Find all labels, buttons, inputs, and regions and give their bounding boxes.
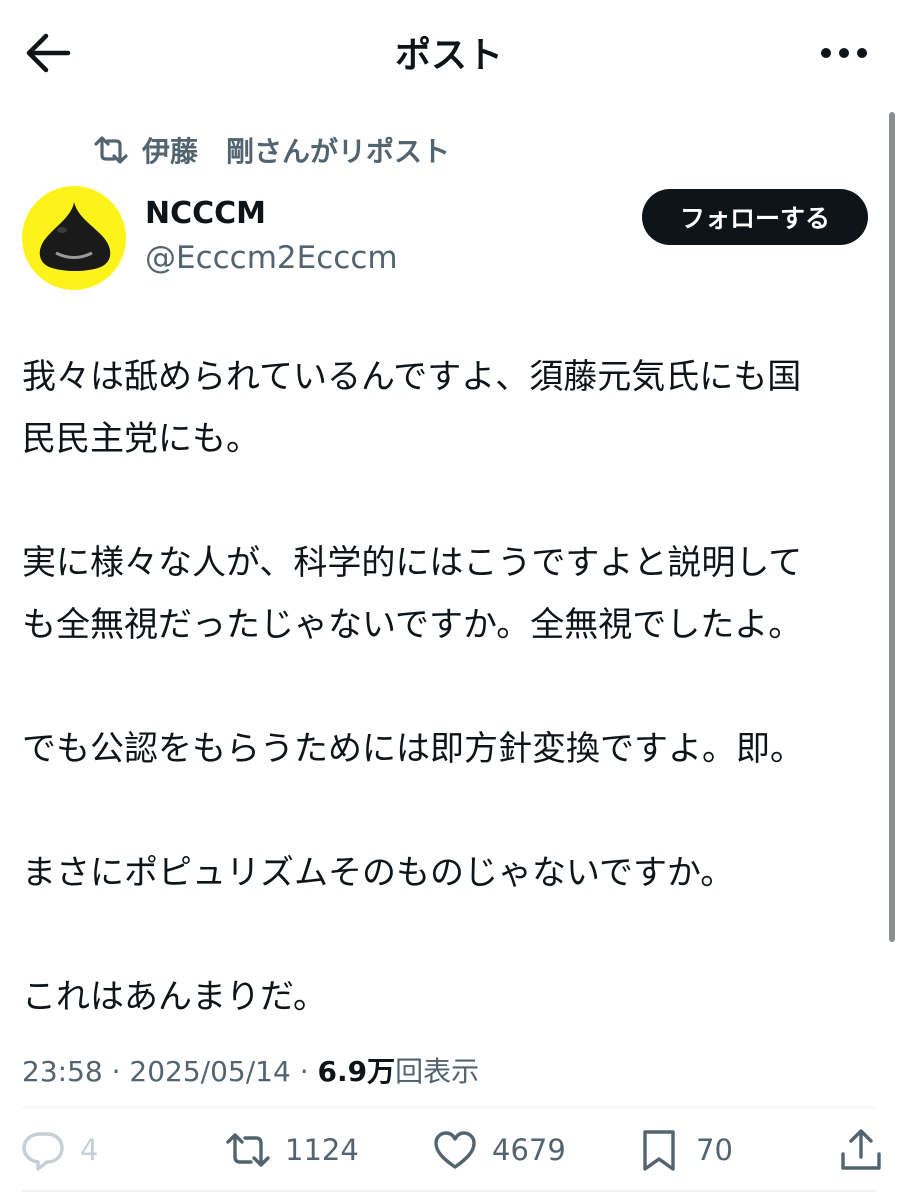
avatar[interactable] xyxy=(22,186,126,290)
post-meta: 23:58 · 2025/05/14 · 6.9万回表示 xyxy=(22,1050,479,1090)
divider xyxy=(22,1190,876,1192)
post-body: 我々は舐められているんですよ、須藤元気氏にも国 民民主党にも。 実に様々な人が、… xyxy=(22,346,884,1090)
repost-icon xyxy=(226,1133,270,1167)
post-paragraph: まさにポピュリズムそのものじゃないですか。 xyxy=(22,853,735,893)
page-title: ポスト xyxy=(394,35,503,76)
follow-button[interactable]: フォローする xyxy=(642,189,868,245)
bookmark-button[interactable]: 70 xyxy=(636,1118,733,1182)
post-time[interactable]: 23:58 xyxy=(22,1055,103,1088)
repost-indicator: 伊藤 剛さんがリポスト xyxy=(92,130,450,170)
like-count: 4679 xyxy=(492,1133,566,1167)
meta-separator: · xyxy=(290,1055,318,1088)
reply-count: 4 xyxy=(80,1133,99,1167)
action-bar: 4 1124 4679 70 xyxy=(0,1118,898,1182)
repost-count: 1124 xyxy=(285,1133,359,1167)
reply-button[interactable]: 4 xyxy=(20,1118,98,1182)
repost-icon xyxy=(94,136,128,164)
repost-text[interactable]: 伊藤 剛さんがリポスト xyxy=(142,130,450,170)
heart-icon xyxy=(434,1131,476,1169)
meta-separator: · xyxy=(102,1055,130,1088)
divider xyxy=(22,1107,876,1108)
views-label: 回表示 xyxy=(395,1055,480,1088)
more-options-icon[interactable] xyxy=(820,38,868,68)
bookmark-count: 70 xyxy=(696,1133,733,1167)
like-button[interactable]: 4679 xyxy=(432,1118,566,1182)
post-paragraph: 実に様々な人が、科学的にはこうですよと説明して も全無視だったじゃないですか。全… xyxy=(22,543,803,645)
reply-icon xyxy=(22,1132,64,1171)
top-bar: ポスト xyxy=(0,0,898,104)
repost-button[interactable]: 1124 xyxy=(225,1118,359,1182)
author-handle[interactable]: @Ecccm2Ecccm xyxy=(145,240,398,276)
share-button[interactable] xyxy=(838,1118,884,1182)
post-paragraph: 我々は舐められているんですよ、須藤元気氏にも国 民民主党にも。 xyxy=(22,357,802,459)
post-paragraph: これはあんまりだ。 xyxy=(22,977,327,1017)
bookmark-icon xyxy=(643,1130,675,1171)
share-icon xyxy=(841,1129,881,1170)
scrollbar[interactable] xyxy=(889,112,895,942)
view-count: 6.9万 xyxy=(317,1055,396,1088)
author-name[interactable]: NCCCM xyxy=(145,196,266,231)
slime-avatar-icon xyxy=(39,202,111,271)
post-date[interactable]: 2025/05/14 xyxy=(129,1055,290,1088)
post-paragraph: でも公認をもらうためには即方針変換ですよ。即。 xyxy=(22,729,804,769)
